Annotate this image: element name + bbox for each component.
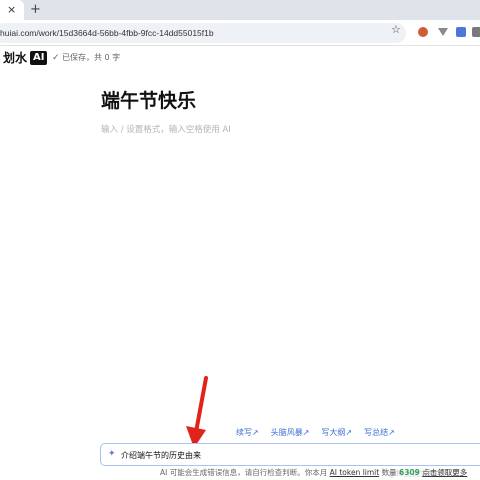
browser-toolbar: huiai.com/work/15d3664d-56bb-4fbb-9fcc-1…	[0, 20, 480, 46]
bookmark-star-icon[interactable]: ☆	[391, 24, 401, 36]
browser-tab[interactable]: ×	[0, 0, 24, 20]
app-header: 划水 AI ✓ 已保存，共 0 字	[0, 46, 480, 70]
check-icon: ✓	[52, 53, 60, 63]
quick-actions: 续写↗ 头脑风暴↗ 写大纲↗ 写总结↗	[236, 428, 395, 438]
translate-extension-icon[interactable]	[456, 27, 466, 37]
annotation-arrow-icon	[186, 376, 208, 448]
logo-text: 划水	[3, 51, 28, 65]
browser-tabstrip: × +	[0, 0, 480, 20]
address-bar[interactable]: huiai.com/work/15d3664d-56bb-4fbb-9fcc-1…	[0, 23, 406, 43]
extension-icon-2[interactable]	[438, 28, 448, 36]
url-text: huiai.com/work/15d3664d-56bb-4fbb-9fcc-1…	[0, 28, 214, 38]
close-icon[interactable]: ×	[7, 3, 16, 17]
quick-action-summary[interactable]: 写总结↗	[364, 428, 395, 438]
token-limit-link[interactable]: AI token limit	[330, 468, 380, 477]
extension-icon-4[interactable]	[472, 27, 480, 37]
extension-icon-1[interactable]	[418, 27, 428, 37]
app-logo[interactable]: 划水 AI	[3, 51, 48, 65]
ai-sparkle-icon: ✦	[108, 449, 116, 459]
document-title[interactable]: 端午节快乐	[101, 89, 196, 113]
quick-action-brainstorm[interactable]: 头脑风暴↗	[271, 428, 310, 438]
logo-badge: AI	[30, 51, 48, 65]
editor-placeholder[interactable]: 输入 / 设置格式，输入空格使用 AI	[101, 124, 231, 136]
ai-prompt-box[interactable]: ✦	[100, 443, 480, 466]
ai-notice-text: AI 可能会生成错误信息，请自行检查判断。你本月	[160, 468, 330, 477]
save-status: 已保存，共 0 字	[62, 53, 121, 62]
quick-action-outline[interactable]: 写大纲↗	[321, 428, 352, 438]
watermark: @稀土掘金技术社区	[388, 469, 460, 478]
new-tab-button[interactable]: +	[30, 2, 41, 18]
quick-action-continue[interactable]: 续写↗	[236, 428, 259, 438]
ai-prompt-input[interactable]	[121, 448, 471, 462]
